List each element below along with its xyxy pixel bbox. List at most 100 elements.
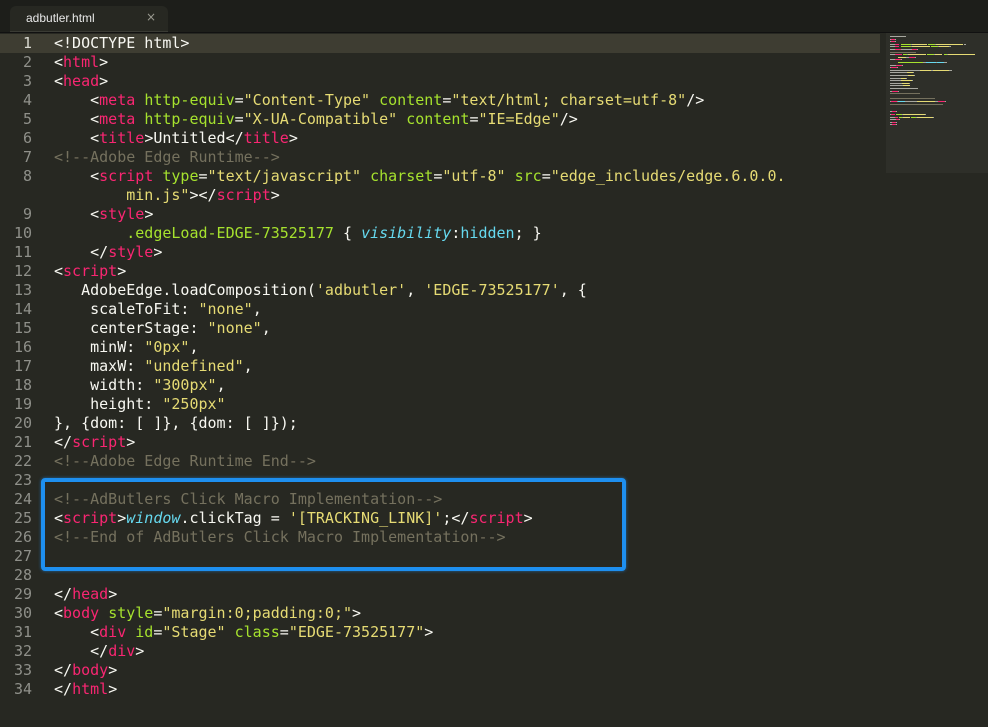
code-token: , [261,319,271,337]
minimap-stroke [890,51,917,53]
code-line: </body> [54,661,117,680]
line-number: 22 [13,452,32,470]
code-line: maxW: "undefined", [54,357,253,376]
line-number: 26 [13,528,32,546]
close-icon[interactable]: × [146,10,156,24]
code-token: > [99,72,109,90]
minimap-stroke [895,54,902,56]
code-line: <meta http-equiv="Content-Type" content=… [54,91,704,110]
minimap-stroke [900,46,911,48]
minimap-stroke [899,119,901,121]
minimap-stroke [917,49,919,50]
code-token: script [216,186,271,204]
code-token: > [108,585,118,603]
line-number: 32 [13,642,32,660]
minimap-stroke [898,56,906,58]
minimap-stroke [948,46,951,48]
code-token: head [72,585,109,603]
code-token: > [270,186,280,204]
minimap-stroke [939,46,949,48]
code-token: "edge_includes/edge.6.0.0. [550,167,786,185]
code-token: "utf-8" [442,167,506,185]
code-token: }, {dom: [ ]}, {dom: [ ]}); [54,414,298,432]
code-token: </ [54,661,73,679]
code-line: </html> [54,680,117,699]
code-token: > [117,262,127,280]
code-token: charset [370,167,434,185]
line-number: 10 [13,224,32,242]
line-number: 21 [13,433,32,451]
minimap-stroke [890,80,901,82]
code-token: content [406,110,470,128]
line-number: 28 [13,566,32,584]
code-token: , [243,357,253,375]
code-token: "0px" [144,338,190,356]
code-token: > [352,604,362,622]
code-line: </head> [54,585,117,604]
code-token: AdobeEdge.loadComposition( [54,281,316,299]
minimap-stroke [901,82,909,84]
minimap-stroke [917,101,936,102]
code-token: > [99,53,109,71]
minimap-stroke [890,77,901,79]
code-token: "EDGE-73525177" [288,623,425,641]
code-token: > [126,433,136,451]
code-token: http-equiv [144,91,235,109]
minimap-stroke [896,111,898,113]
line-number: 13 [13,281,32,299]
code-token: ></ [189,186,217,204]
code-line: <style> [54,205,153,224]
code-token: scaleToFit: [54,300,199,318]
code-token: , [189,338,199,356]
code-token: > [153,243,163,261]
code-token: = [234,110,244,128]
line-number: 31 [13,623,32,641]
minimap[interactable] [886,33,988,173]
code-token: , [252,300,262,318]
minimap-stroke [915,56,917,58]
code-token: "250px" [162,395,226,413]
code-token: </ [54,585,73,603]
code-token: /> [559,110,578,128]
code-token: min.js" [126,186,190,204]
tab-bar: adbutler.html × [0,0,988,33]
code-token: "text/html; charset=utf-8" [451,91,687,109]
minimap-stroke [890,93,921,95]
code-token: < [54,262,64,280]
code-editor[interactable]: <!DOCTYPE html> <html> <head> <meta http-e… [54,34,884,714]
minimap-stroke [908,82,910,84]
minimap-stroke [896,124,898,126]
minimap-stroke [890,69,921,71]
minimap-stroke [948,69,952,71]
code-token: head [63,72,100,90]
code-line: <meta http-equiv="X-UA-Compatible" conte… [54,110,578,129]
tab-title: adbutler.html [26,11,95,25]
code-token: > [424,623,434,641]
code-line: </style> [54,243,162,262]
code-token: "Stage" [162,623,226,641]
code-line: min.js"></script> [54,186,280,205]
code-token: </ [54,680,73,698]
line-number: 5 [22,110,32,128]
code-token: > [108,680,118,698]
code-line: minW: "0px", [54,338,199,357]
minimap-stroke [890,72,907,74]
code-token: , [406,281,425,299]
minimap-stroke [895,46,900,48]
tab-adbutler-html[interactable]: adbutler.html × [10,6,168,32]
code-token: meta [99,110,136,128]
code-token: , [216,376,226,394]
code-token: script [99,167,154,185]
line-number: 11 [13,243,32,261]
code-token: centerStage: [54,319,208,337]
minimap-stroke [912,80,914,82]
code-token: div [99,623,127,641]
code-token: /> [686,91,705,109]
minimap-stroke [912,46,930,48]
minimap-stroke [898,90,900,92]
line-number: 16 [13,338,32,356]
